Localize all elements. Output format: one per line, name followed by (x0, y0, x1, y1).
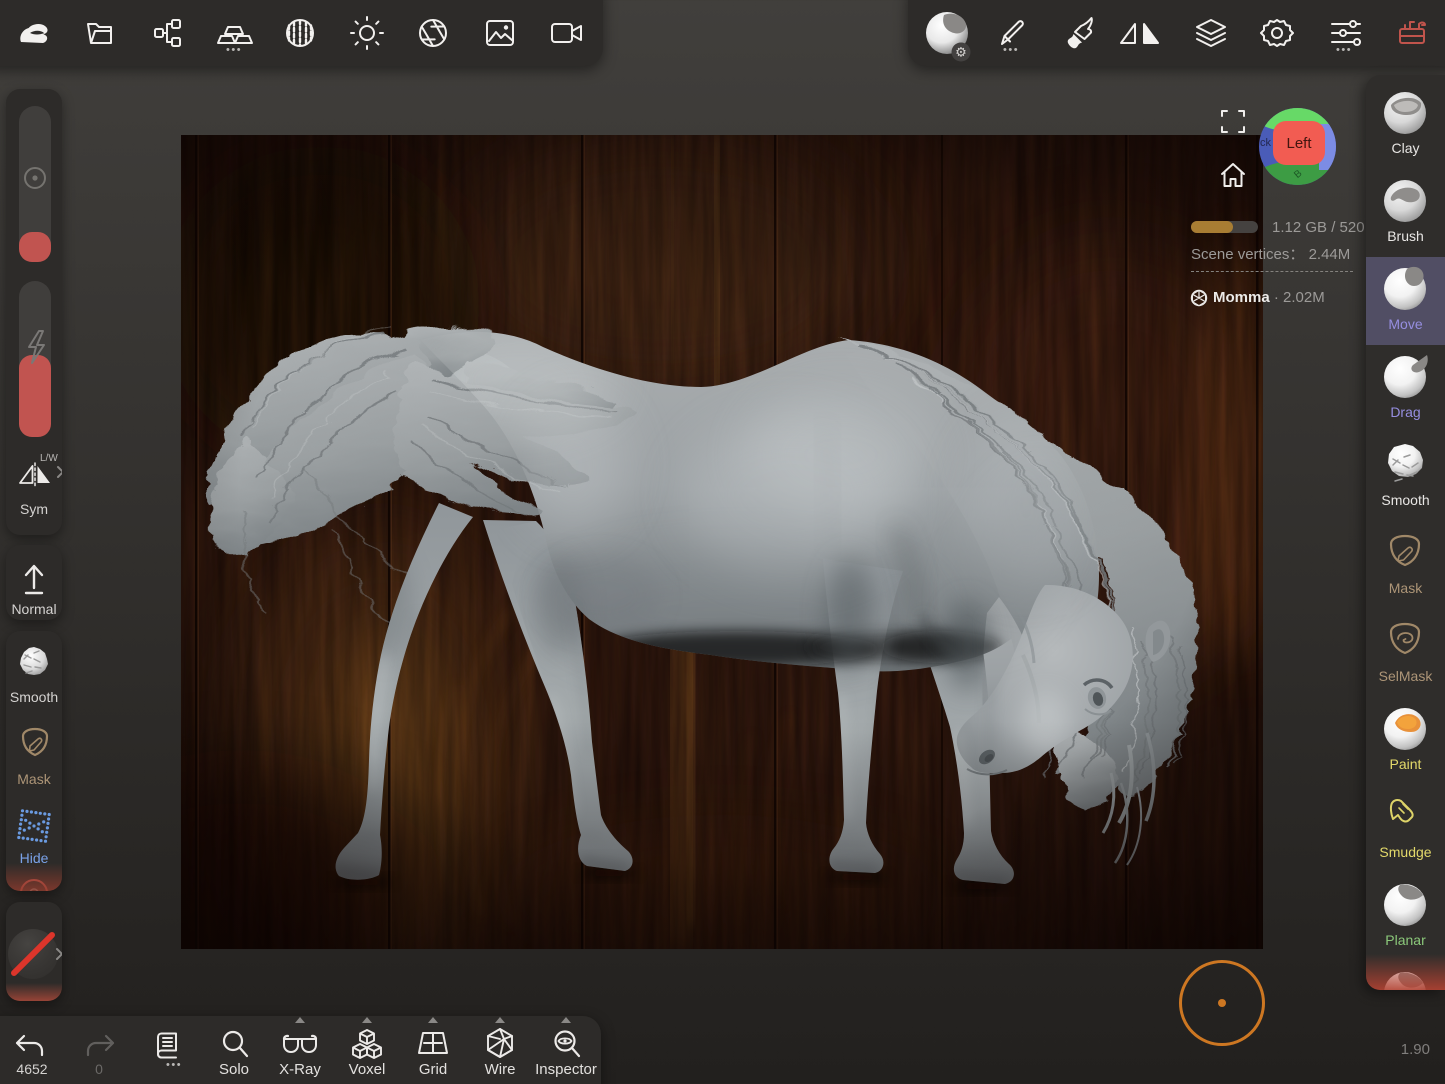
svg-text:⚙: ⚙ (955, 45, 967, 60)
